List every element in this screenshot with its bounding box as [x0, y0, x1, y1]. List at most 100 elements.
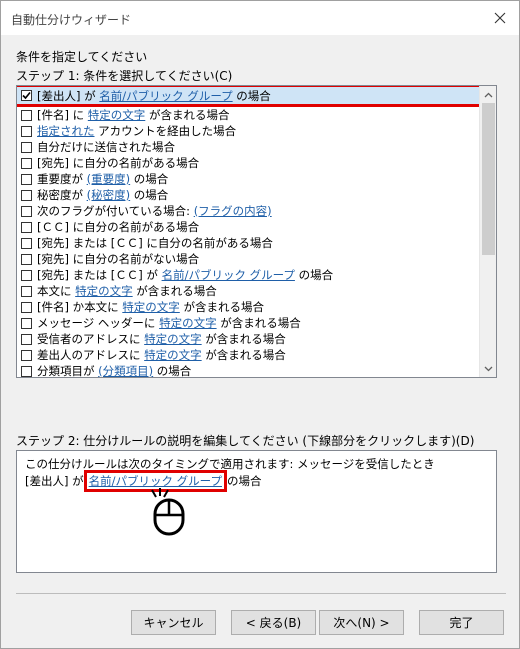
- description-prefix: [差出人] が: [25, 474, 84, 488]
- condition-checkbox[interactable]: [21, 189, 32, 201]
- condition-text: が含まれる場合: [179, 300, 264, 314]
- footer-separator: [16, 593, 506, 594]
- window-title: 自動仕分けウィザード: [11, 13, 132, 27]
- next-button[interactable]: 次へ(N) >: [319, 610, 404, 635]
- condition-link[interactable]: 名前/パブリック グループ: [162, 267, 295, 283]
- scroll-down-button[interactable]: [480, 360, 496, 377]
- close-icon: [494, 12, 506, 24]
- step1-label: ステップ 1: 条件を選択してください(C): [16, 69, 233, 83]
- condition-link[interactable]: 特定の文字: [144, 347, 202, 363]
- condition-checkbox[interactable]: [21, 253, 32, 265]
- condition-link[interactable]: 特定の文字: [88, 107, 146, 123]
- condition-item[interactable]: [宛先] に自分の名前がある場合: [17, 155, 479, 171]
- condition-item[interactable]: 本文に 特定の文字 が含まれる場合: [17, 283, 479, 299]
- rule-description-box: この仕分けルールは次のタイミングで適用されます: メッセージを受信したとき [差…: [16, 450, 497, 573]
- condition-text: メッセージ ヘッダーに: [37, 316, 160, 330]
- condition-checkbox[interactable]: [21, 237, 32, 249]
- condition-link[interactable]: 特定の文字: [122, 299, 180, 315]
- condition-checkbox[interactable]: [21, 205, 32, 217]
- condition-item[interactable]: [宛先] または [ＣＣ] に自分の名前がある場合: [17, 235, 479, 251]
- condition-link[interactable]: (重要度): [87, 171, 130, 187]
- condition-link[interactable]: 特定の文字: [75, 283, 133, 299]
- condition-item[interactable]: [宛先] に自分の名前がない場合: [17, 251, 479, 267]
- condition-checkbox[interactable]: [21, 109, 32, 121]
- page-heading: 条件を指定してください: [16, 50, 148, 64]
- finish-button[interactable]: 完了: [419, 610, 504, 635]
- condition-text: [宛先] に自分の名前がある場合: [37, 156, 200, 170]
- condition-checkbox[interactable]: [21, 365, 32, 377]
- chevron-up-icon: [484, 92, 493, 97]
- condition-checkbox[interactable]: [21, 285, 32, 297]
- description-suffix: の場合: [226, 474, 262, 488]
- condition-item[interactable]: [件名] に 特定の文字 が含まれる場合: [17, 107, 479, 123]
- condition-item[interactable]: 重要度が (重要度) の場合: [17, 171, 479, 187]
- condition-text: が含まれる場合: [201, 332, 286, 346]
- condition-text: 差出人のアドレスに: [37, 348, 145, 362]
- condition-link[interactable]: 特定の文字: [159, 315, 217, 331]
- condition-checkbox[interactable]: [21, 173, 32, 185]
- condition-link[interactable]: (秘密度): [87, 187, 130, 203]
- condition-text: が含まれる場合: [216, 316, 301, 330]
- condition-text: [件名] に: [37, 108, 88, 122]
- condition-link[interactable]: 特定の文字: [144, 331, 202, 347]
- condition-link[interactable]: 指定された: [37, 123, 95, 139]
- list-scrollbar[interactable]: [479, 86, 496, 377]
- condition-link[interactable]: (フラグの内容): [194, 203, 272, 219]
- step2-label: ステップ 2: 仕分けルールの説明を編集してください (下線部分をクリックします…: [16, 434, 475, 448]
- description-line-2: [差出人] が 名前/パブリック グループ の場合: [25, 470, 261, 492]
- condition-item[interactable]: 受信者のアドレスに 特定の文字 が含まれる場合: [17, 331, 479, 347]
- condition-checkbox[interactable]: [21, 125, 32, 137]
- condition-item[interactable]: [ＣＣ] に自分の名前がある場合: [17, 219, 479, 235]
- condition-text: の場合: [130, 188, 169, 202]
- condition-item[interactable]: [差出人] が 名前/パブリック グループ の場合: [17, 86, 483, 107]
- condition-checkbox[interactable]: [21, 221, 32, 233]
- conditions-listbox[interactable]: [差出人] が 名前/パブリック グループ の場合 [件名] に 特定の文字 が含…: [16, 85, 497, 378]
- condition-text: [宛先] または [ＣＣ] に自分の名前がある場合: [37, 236, 273, 250]
- checkmark-icon: [22, 91, 31, 100]
- condition-text: [件名] か本文に: [37, 300, 123, 314]
- condition-checkbox[interactable]: [21, 317, 32, 329]
- cancel-button[interactable]: キャンセル: [131, 610, 216, 635]
- condition-text: [ＣＣ] に自分の名前がある場合: [37, 220, 200, 234]
- condition-text: の場合: [232, 88, 271, 103]
- condition-link[interactable]: (分類項目): [98, 363, 153, 377]
- description-sender-link[interactable]: 名前/パブリック グループ: [89, 474, 222, 488]
- mouse-click-icon: [151, 488, 185, 536]
- condition-item[interactable]: [件名] か本文に 特定の文字 が含まれる場合: [17, 299, 479, 315]
- condition-item[interactable]: 指定された アカウントを経由した場合: [17, 123, 479, 139]
- condition-text: 重要度が: [37, 172, 87, 186]
- condition-link[interactable]: 名前/パブリック グループ: [99, 88, 232, 104]
- condition-text: 秘密度が: [37, 188, 87, 202]
- condition-item[interactable]: メッセージ ヘッダーに 特定の文字 が含まれる場合: [17, 315, 479, 331]
- rules-wizard-dialog: 自動仕分けウィザード 条件を指定してください ステップ 1: 条件を選択してくだ…: [0, 0, 520, 649]
- condition-checkbox[interactable]: [21, 90, 32, 101]
- scroll-thumb[interactable]: [482, 103, 495, 255]
- title-bar: 自動仕分けウィザード: [1, 1, 519, 35]
- condition-text: が含まれる場合: [132, 284, 217, 298]
- condition-text: [宛先] に自分の名前がない場合: [37, 252, 200, 266]
- condition-text: 分類項目が: [37, 364, 99, 378]
- condition-item[interactable]: 自分だけに送信された場合: [17, 139, 479, 155]
- condition-item[interactable]: 秘密度が (秘密度) の場合: [17, 187, 479, 203]
- condition-checkbox[interactable]: [21, 349, 32, 361]
- condition-checkbox[interactable]: [21, 141, 32, 153]
- condition-checkbox[interactable]: [21, 157, 32, 169]
- condition-text: 次のフラグが付いている場合:: [37, 204, 194, 218]
- condition-item[interactable]: 分類項目が (分類項目) の場合: [17, 363, 479, 378]
- condition-text: 自分だけに送信された場合: [37, 140, 175, 154]
- back-button[interactable]: < 戻る(B): [231, 610, 316, 635]
- condition-text: の場合: [153, 364, 192, 378]
- condition-text: の場合: [130, 172, 169, 186]
- condition-text: アカウントを経由した場合: [94, 124, 237, 138]
- condition-checkbox[interactable]: [21, 301, 32, 313]
- condition-item[interactable]: 差出人のアドレスに 特定の文字 が含まれる場合: [17, 347, 479, 363]
- condition-text: [差出人] が: [37, 88, 100, 103]
- condition-checkbox[interactable]: [21, 269, 32, 281]
- condition-item[interactable]: 次のフラグが付いている場合: (フラグの内容): [17, 203, 479, 219]
- condition-item[interactable]: [宛先] または [ＣＣ] が 名前/パブリック グループ の場合: [17, 267, 479, 283]
- close-button[interactable]: [487, 5, 513, 31]
- condition-text: [宛先] または [ＣＣ] が: [37, 268, 162, 282]
- scroll-up-button[interactable]: [480, 86, 496, 103]
- condition-text: 本文に: [37, 284, 76, 298]
- condition-checkbox[interactable]: [21, 333, 32, 345]
